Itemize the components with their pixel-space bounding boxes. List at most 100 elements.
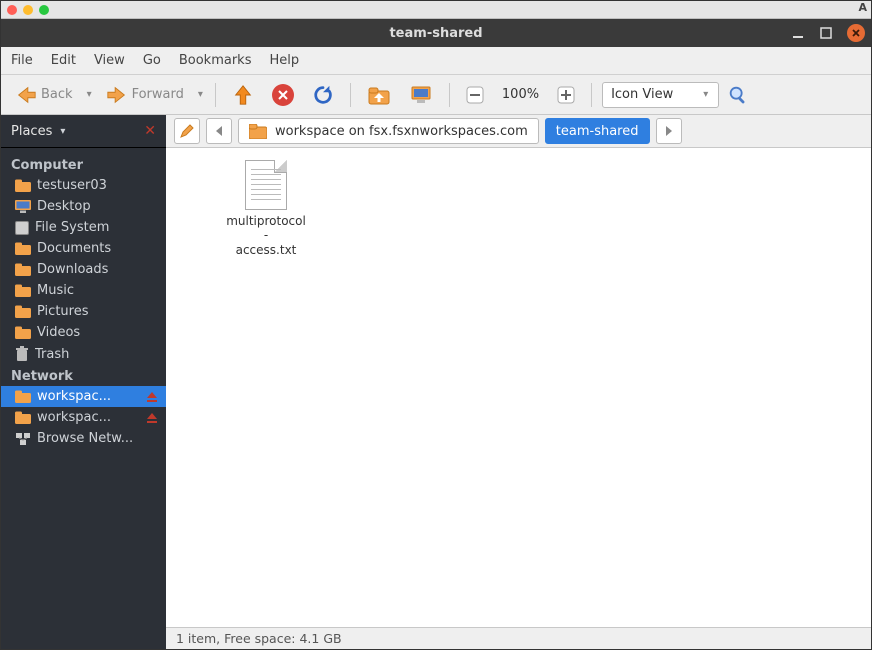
corner-letter: A bbox=[858, 1, 867, 14]
sidebar-item-workspace-2[interactable]: workspac... bbox=[1, 407, 166, 428]
menu-go[interactable]: Go bbox=[143, 53, 161, 68]
sidebar-item-label: Music bbox=[37, 283, 74, 298]
pathbar: workspace on fsx.fsxnworkspaces.com team… bbox=[166, 115, 871, 148]
sidebar-list: Computer testuser03 Desktop File System … bbox=[1, 148, 166, 455]
stop-button[interactable] bbox=[266, 82, 300, 108]
reload-icon bbox=[312, 84, 334, 106]
close-button[interactable] bbox=[847, 24, 865, 42]
trash-icon bbox=[15, 346, 29, 362]
file-label: multiprotocol- access.txt bbox=[226, 214, 306, 257]
network-folder-icon bbox=[15, 411, 31, 424]
window: A team-shared File Edit View Go Bookmark… bbox=[0, 0, 872, 650]
sidebar-title: Places bbox=[11, 124, 52, 139]
eject-icon[interactable] bbox=[146, 391, 158, 403]
status-text: 1 item, Free space: 4.1 GB bbox=[176, 631, 342, 646]
sidebar-item-workspace-1[interactable]: workspac... bbox=[1, 386, 166, 407]
reload-button[interactable] bbox=[306, 82, 340, 108]
forward-button[interactable]: Forward bbox=[100, 82, 190, 108]
menu-bookmarks[interactable]: Bookmarks bbox=[179, 53, 252, 68]
file-item[interactable]: multiprotocol- access.txt bbox=[186, 160, 306, 257]
menu-view[interactable]: View bbox=[94, 53, 125, 68]
menu-help[interactable]: Help bbox=[269, 53, 299, 68]
view-mode-select[interactable]: Icon View ▾ bbox=[602, 82, 719, 108]
sidebar-item-label: Desktop bbox=[37, 199, 91, 214]
sidebar-item-label: File System bbox=[35, 220, 109, 235]
sidebar-item-trash[interactable]: Trash bbox=[1, 343, 166, 365]
back-label: Back bbox=[41, 87, 73, 102]
sidebar-item-browse-network[interactable]: Browse Netw... bbox=[1, 428, 166, 449]
sidebar-item-label: testuser03 bbox=[37, 178, 107, 193]
back-history-dropdown[interactable]: ▾ bbox=[85, 89, 94, 100]
sidebar-item-home[interactable]: testuser03 bbox=[1, 175, 166, 196]
network-folder-icon bbox=[249, 124, 267, 139]
view-mode-label: Icon View bbox=[611, 87, 673, 102]
zoom-in-button[interactable] bbox=[551, 84, 581, 106]
folder-icon bbox=[15, 284, 31, 297]
sidebar-item-videos[interactable]: Videos bbox=[1, 322, 166, 343]
sidebar-item-downloads[interactable]: Downloads bbox=[1, 259, 166, 280]
sidebar-item-label: workspac... bbox=[37, 410, 111, 425]
folder-icon bbox=[15, 179, 31, 192]
network-icon bbox=[15, 432, 31, 445]
arrow-right-icon bbox=[106, 84, 128, 106]
sidebar-group-computer: Computer bbox=[1, 154, 166, 175]
file-view[interactable]: multiprotocol- access.txt bbox=[166, 148, 871, 627]
file-label-line2: access.txt bbox=[236, 243, 297, 257]
search-button[interactable] bbox=[725, 82, 751, 108]
main-column: workspace on fsx.fsxnworkspaces.com team… bbox=[166, 115, 871, 649]
sidebar-item-music[interactable]: Music bbox=[1, 280, 166, 301]
back-button[interactable]: Back bbox=[9, 82, 79, 108]
path-forward-button[interactable] bbox=[656, 118, 682, 144]
forward-label: Forward bbox=[132, 87, 184, 102]
folder-icon bbox=[15, 242, 31, 255]
folder-icon bbox=[15, 305, 31, 318]
computer-button[interactable] bbox=[403, 83, 439, 107]
forward-history-dropdown[interactable]: ▾ bbox=[196, 89, 205, 100]
zoom-out-button[interactable] bbox=[460, 84, 490, 106]
mac-close-dot[interactable] bbox=[7, 5, 17, 15]
toolbar: Back ▾ Forward ▾ 100% bbox=[1, 75, 871, 115]
folder-icon bbox=[15, 326, 31, 339]
window-controls bbox=[791, 19, 865, 47]
pencil-icon bbox=[179, 123, 195, 139]
chevron-down-icon: ▾ bbox=[701, 89, 710, 100]
sidebar-item-documents[interactable]: Documents bbox=[1, 238, 166, 259]
text-file-icon bbox=[245, 160, 287, 210]
menu-file[interactable]: File bbox=[11, 53, 33, 68]
edit-path-button[interactable] bbox=[174, 118, 200, 144]
up-button[interactable] bbox=[226, 82, 260, 108]
zoom-in-icon bbox=[557, 86, 575, 104]
sidebar-header: Places ▾ ✕ bbox=[1, 115, 166, 148]
menu-edit[interactable]: Edit bbox=[51, 53, 76, 68]
path-segment-label: team-shared bbox=[556, 124, 639, 139]
path-back-button[interactable] bbox=[206, 118, 232, 144]
disk-icon bbox=[15, 221, 29, 235]
sidebar-item-pictures[interactable]: Pictures bbox=[1, 301, 166, 322]
separator bbox=[591, 83, 592, 107]
maximize-button[interactable] bbox=[819, 26, 833, 40]
path-segment-current[interactable]: team-shared bbox=[545, 118, 650, 144]
zoom-out-icon bbox=[466, 86, 484, 104]
zoom-level: 100% bbox=[496, 87, 545, 102]
sidebar-item-filesystem[interactable]: File System bbox=[1, 217, 166, 238]
home-button[interactable] bbox=[361, 83, 397, 107]
path-segment-root[interactable]: workspace on fsx.fsxnworkspaces.com bbox=[238, 118, 539, 144]
statusbar: 1 item, Free space: 4.1 GB bbox=[166, 627, 871, 649]
sidebar-item-label: Browse Netw... bbox=[37, 431, 133, 446]
desktop-icon bbox=[15, 200, 31, 213]
sidebar-close-button[interactable]: ✕ bbox=[144, 123, 156, 139]
mac-traffic-strip: A bbox=[1, 1, 871, 19]
sidebar-item-desktop[interactable]: Desktop bbox=[1, 196, 166, 217]
sidebar-group-network: Network bbox=[1, 365, 166, 386]
separator bbox=[215, 83, 216, 107]
sidebar-dropdown[interactable]: ▾ bbox=[58, 126, 67, 137]
mac-zoom-dot[interactable] bbox=[39, 5, 49, 15]
folder-icon bbox=[15, 263, 31, 276]
sidebar-item-label: workspac... bbox=[37, 389, 111, 404]
triangle-left-icon bbox=[214, 125, 224, 137]
separator bbox=[449, 83, 450, 107]
eject-icon[interactable] bbox=[146, 412, 158, 424]
body: Places ▾ ✕ Computer testuser03 Desktop F… bbox=[1, 115, 871, 649]
minimize-button[interactable] bbox=[791, 26, 805, 40]
mac-minimize-dot[interactable] bbox=[23, 5, 33, 15]
